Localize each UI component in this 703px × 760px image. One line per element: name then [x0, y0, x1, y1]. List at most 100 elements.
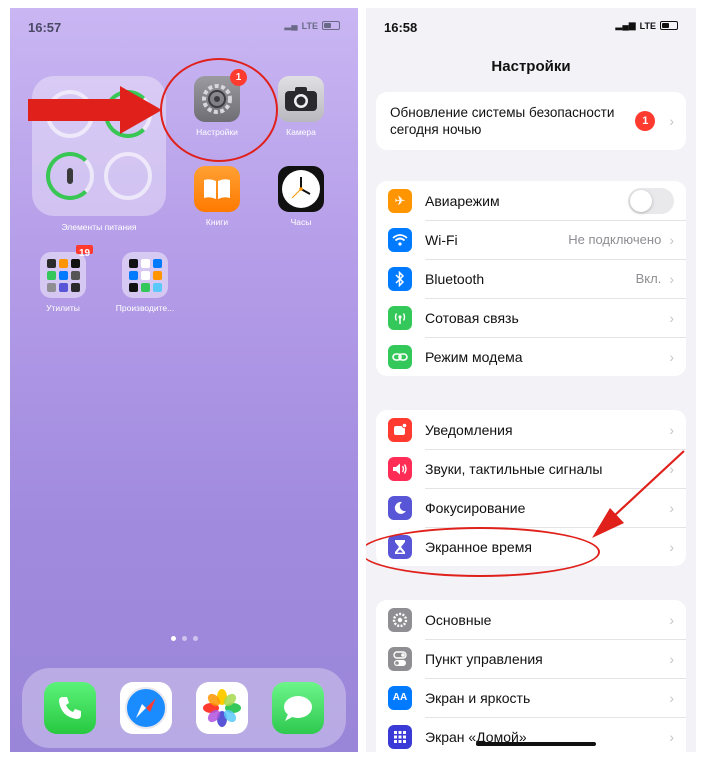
folder-label-productivity: Производите...	[115, 303, 175, 313]
battery-icon	[322, 21, 340, 30]
airpods-icon	[67, 168, 73, 184]
settings-screen: 16:58 ▂▄▆ LTE Настройки Обновление систе…	[366, 8, 696, 752]
chevron-right-icon: ›	[669, 270, 674, 287]
battery-ring-phone	[46, 90, 94, 138]
app-label-books: Книги	[205, 217, 229, 227]
home-indicator[interactable]	[476, 742, 596, 746]
settings-row-sounds[interactable]: Звуки, тактильные сигналы ›	[376, 449, 686, 488]
chevron-right-icon: ›	[669, 611, 674, 628]
chevron-right-icon: ›	[669, 499, 674, 516]
update-banner-group: Обновление системы безопасности сегодня …	[376, 92, 686, 150]
app-clock[interactable]: Часы	[272, 166, 330, 227]
chevron-right-icon: ›	[669, 538, 674, 555]
settings-row-display[interactable]: AA Экран и яркость ›	[376, 678, 686, 717]
row-label: Сотовая связь	[425, 309, 519, 326]
text-size-icon: AA	[388, 685, 412, 710]
signal-icon: ▂▄▆	[615, 20, 636, 30]
chevron-right-icon: ›	[669, 309, 674, 326]
settings-row-notifications[interactable]: Уведомления ›	[376, 410, 686, 449]
switches-icon	[388, 646, 412, 671]
row-label: Экран и яркость	[425, 689, 531, 706]
folder-icon: 19	[40, 245, 93, 298]
signal-icon: ▂▄	[284, 20, 298, 30]
chevron-right-icon: ›	[669, 421, 674, 438]
phone-icon[interactable]	[44, 682, 96, 734]
airplane-icon: ✈	[388, 188, 412, 213]
camera-icon	[278, 76, 324, 122]
chevron-right-icon: ›	[669, 650, 674, 667]
settings-row-cellular[interactable]: Сотовая связь ›	[376, 298, 686, 337]
widget-label: Элементы питания	[61, 222, 137, 232]
settings-row-wifi[interactable]: Wi-Fi Не подключено ›	[376, 220, 686, 259]
page-title: Настройки	[491, 58, 571, 75]
row-value: Не подключено	[568, 232, 662, 247]
utilities-badge: 19	[76, 245, 93, 259]
battery-ring-airpods	[46, 152, 94, 200]
page-indicator[interactable]	[10, 628, 358, 646]
settings-row-airplane[interactable]: ✈ Авиарежим	[376, 181, 686, 220]
settings-row-general[interactable]: Основные ›	[376, 600, 686, 639]
battery-ring-watch	[104, 90, 152, 138]
settings-row-control-center[interactable]: Пункт управления ›	[376, 639, 686, 678]
settings-row-hotspot[interactable]: Режим модема ›	[376, 337, 686, 376]
status-time: 16:57	[28, 20, 62, 35]
bell-icon	[388, 417, 412, 442]
folder-utilities[interactable]: 19 Утилиты	[34, 245, 93, 313]
chevron-right-icon: ›	[669, 348, 674, 365]
folder-label-utilities: Утилиты	[46, 303, 80, 313]
settings-row-home-screen[interactable]: Экран «Домой» ›	[376, 717, 686, 752]
battery-icon	[660, 21, 678, 30]
status-indicators: ▂▄ LTE	[284, 20, 340, 31]
app-grid-icon	[388, 724, 412, 749]
clock-icon	[278, 166, 324, 212]
book-icon	[194, 166, 240, 212]
page-dot	[181, 636, 187, 641]
general-group: Основные › Пункт управления › AA Экран и…	[376, 600, 686, 752]
app-label-clock: Часы	[290, 217, 312, 227]
network-type: LTE	[301, 20, 318, 31]
bluetooth-icon	[388, 266, 412, 291]
compass-icon[interactable]	[120, 682, 172, 734]
update-banner-label: Обновление системы безопасности сегодня …	[390, 105, 615, 137]
dock	[22, 668, 346, 748]
speech-bubble-icon[interactable]	[272, 682, 324, 734]
row-label: Уведомления	[425, 421, 513, 438]
page-dot	[170, 636, 176, 641]
chevron-right-icon: ›	[669, 460, 674, 477]
row-label: Пункт управления	[425, 650, 543, 667]
highlight-ellipse	[366, 527, 600, 577]
update-banner[interactable]: Обновление системы безопасности сегодня …	[376, 92, 686, 150]
chevron-right-icon: ›	[669, 728, 674, 745]
app-label-camera: Камера	[286, 127, 316, 137]
chevron-right-icon: ›	[669, 113, 674, 129]
status-time: 16:58	[384, 20, 418, 35]
batteries-widget[interactable]	[32, 76, 166, 216]
airplane-toggle[interactable]	[628, 187, 674, 214]
row-label: Звуки, тактильные сигналы	[425, 460, 603, 477]
settings-row-bluetooth[interactable]: Bluetooth Вкл. ›	[376, 259, 686, 298]
row-value: Вкл.	[635, 271, 662, 286]
antenna-icon	[388, 305, 412, 330]
app-camera[interactable]: Камера	[272, 76, 330, 137]
highlight-circle	[160, 58, 278, 162]
moon-icon	[388, 495, 412, 520]
folder-productivity[interactable]: Производите...	[110, 252, 180, 313]
row-label: Режим модема	[425, 348, 523, 365]
settings-row-focus[interactable]: Фокусирование ›	[376, 488, 686, 527]
phone-device-icon	[65, 107, 75, 121]
battery-ring-empty	[104, 152, 152, 200]
wifi-icon	[388, 227, 412, 252]
speaker-icon	[388, 456, 412, 481]
home-screen: 16:57 ▂▄ LTE Элементы питания 1 Настройк…	[10, 8, 358, 752]
app-books[interactable]: Книги	[188, 166, 246, 227]
row-label: Bluetooth	[425, 270, 485, 287]
photos-icon[interactable]	[196, 682, 248, 734]
row-label: Wi-Fi	[425, 231, 458, 248]
chevron-right-icon: ›	[669, 689, 674, 706]
row-label: Авиарежим	[425, 192, 500, 209]
status-indicators: ▂▄▆ LTE	[615, 20, 678, 31]
gear-icon	[388, 607, 412, 632]
link-icon	[388, 344, 412, 369]
connectivity-group: ✈ Авиарежим Wi-Fi Не подключено › Blueto…	[376, 181, 686, 376]
chevron-right-icon: ›	[669, 231, 674, 248]
